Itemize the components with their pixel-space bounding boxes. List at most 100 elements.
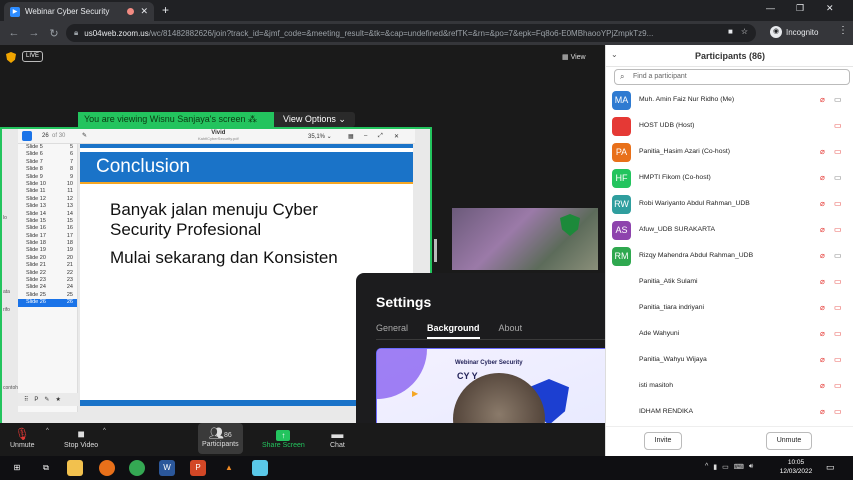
- muted-mic-icon[interactable]: ⌀: [820, 329, 825, 338]
- video-options-caret-icon[interactable]: ^: [103, 428, 106, 434]
- muted-mic-icon[interactable]: ⌀: [820, 95, 825, 104]
- file-explorer-icon[interactable]: [67, 460, 83, 476]
- video-off-icon[interactable]: ▭: [834, 303, 842, 312]
- video-off-icon[interactable]: ▭: [834, 329, 842, 338]
- video-off-icon[interactable]: ▭: [834, 121, 842, 130]
- network-icon[interactable]: ▮: [713, 463, 717, 471]
- speaker-video-tile[interactable]: [452, 208, 598, 270]
- tab-background[interactable]: Background: [427, 323, 480, 339]
- stop-video-button[interactable]: ■ Stop Video: [64, 426, 98, 449]
- browser-menu-icon[interactable]: ⋮: [838, 25, 848, 36]
- muted-mic-icon[interactable]: ⌀: [820, 407, 825, 416]
- chrome-icon[interactable]: [129, 460, 145, 476]
- unmute-button[interactable]: 🎙︎ Unmute: [10, 426, 35, 449]
- slide-list-item[interactable]: Slide 18 18: [18, 240, 77, 247]
- back-icon[interactable]: ←: [8, 27, 20, 39]
- slide-thumbnail-list[interactable]: Slide 5 5 Slide 6 6 Slide 7 7 Slide 8 8 Slide 9 9…: [18, 144, 78, 412]
- slide-list-item[interactable]: Slide 5 5: [18, 144, 77, 151]
- slide-list-item[interactable]: Slide 10 10: [18, 181, 77, 188]
- firefox-icon[interactable]: [99, 460, 115, 476]
- slide-list-item[interactable]: Slide 20 20: [18, 255, 77, 262]
- slide-list-item[interactable]: Slide 8 8: [18, 166, 77, 173]
- camera-in-use-icon[interactable]: ■: [728, 27, 733, 36]
- slide-list-item[interactable]: Slide 15 15: [18, 218, 77, 225]
- bookmark-icon[interactable]: P: [34, 397, 38, 403]
- close-window-icon[interactable]: ✕: [826, 3, 834, 14]
- participant-row[interactable]: PA Panitia_Hasim Azari (Co-host) ⌀ ▭: [606, 140, 853, 166]
- video-on-icon[interactable]: ▭: [834, 173, 842, 182]
- unmute-all-button[interactable]: Unmute: [766, 432, 812, 450]
- tab-general[interactable]: General: [376, 323, 408, 339]
- video-on-icon[interactable]: ▭: [834, 95, 842, 104]
- slide-list-item[interactable]: Slide 21 21: [18, 262, 77, 269]
- participant-row[interactable]: HF HMPTI Fikom (Co-host) ⌀ ▭: [606, 166, 853, 192]
- muted-mic-icon[interactable]: ⌀: [820, 199, 825, 208]
- participants-button[interactable]: 👥︎86 Participants: [198, 423, 243, 454]
- page-indicator[interactable]: 26 of 30: [42, 133, 65, 139]
- task-view-icon[interactable]: ⧉: [38, 460, 54, 476]
- participant-row[interactable]: isti masitoh ⌀ ▭: [606, 374, 853, 400]
- video-on-icon[interactable]: ▭: [834, 251, 842, 260]
- participant-row[interactable]: Ade Wahyuni ⌀ ▭: [606, 322, 853, 348]
- live-badge[interactable]: LIVE: [22, 51, 44, 62]
- close-tab-icon[interactable]: ✕: [140, 6, 148, 17]
- word-icon[interactable]: W: [159, 460, 175, 476]
- slide-list-item[interactable]: Slide 13 13: [18, 203, 77, 210]
- slide-list-item[interactable]: Slide 7 7: [18, 159, 77, 166]
- muted-mic-icon[interactable]: ⌀: [820, 381, 825, 390]
- video-off-icon[interactable]: ▭: [834, 381, 842, 390]
- video-off-icon[interactable]: ▭: [834, 225, 842, 234]
- bookmark-star-icon[interactable]: ☆: [741, 27, 748, 36]
- browser-tab[interactable]: ▶ Webinar Cyber Security ✕: [4, 2, 154, 21]
- forward-icon[interactable]: →: [28, 27, 40, 39]
- zoom-level[interactable]: 35,1% ⌄: [308, 133, 332, 140]
- participant-row[interactable]: IDHAM RENDIKA ⌀ ▭: [606, 400, 853, 426]
- sidebar-toggle-icon[interactable]: [22, 131, 32, 141]
- muted-mic-icon[interactable]: ⌀: [820, 251, 825, 260]
- slide-list-item[interactable]: Slide 26 26: [18, 299, 77, 307]
- minimize-icon[interactable]: —: [766, 3, 775, 13]
- slide-list-item[interactable]: Slide 23 23: [18, 277, 77, 284]
- minimize-viewer-icon[interactable]: –: [364, 133, 367, 139]
- star-icon[interactable]: ★: [55, 396, 60, 403]
- tray-expand-icon[interactable]: ^: [705, 463, 708, 471]
- pen-icon[interactable]: ✎: [82, 132, 87, 139]
- muted-mic-icon[interactable]: ⌀: [820, 277, 825, 286]
- url-bar[interactable]: 🔒︎ us04web.zoom.us/wc/81482882626/join?t…: [66, 24, 756, 42]
- slide-list-item[interactable]: Slide 14 14: [18, 211, 77, 218]
- participant-row[interactable]: RM Rizqy Mahendra Abdul Rahman_UDB ⌀ ▭: [606, 244, 853, 270]
- participant-row[interactable]: Panitia_tiara indriyani ⌀ ▭: [606, 296, 853, 322]
- participant-row[interactable]: RW Robi Wariyanto Abdul Rahman_UDB ⌀ ▭: [606, 192, 853, 218]
- notifications-icon[interactable]: ▭: [826, 462, 835, 473]
- slide-list-item[interactable]: Slide 12 12: [18, 196, 77, 203]
- slide-list-item[interactable]: Slide 6 6: [18, 151, 77, 158]
- video-off-icon[interactable]: ▭: [834, 147, 842, 156]
- tab-about[interactable]: About: [499, 323, 523, 339]
- slide-list-item[interactable]: Slide 17 17: [18, 233, 77, 240]
- participant-row[interactable]: MA Muh. Amin Faiz Nur Ridho (Me) ⌀ ▭: [606, 88, 853, 114]
- speaker-icon[interactable]: 🔊︎: [749, 463, 753, 471]
- slide-list-item[interactable]: Slide 9 9: [18, 174, 77, 181]
- chat-button[interactable]: ▬ Chat: [330, 426, 345, 449]
- battery-icon[interactable]: ▭: [722, 463, 729, 471]
- invite-button[interactable]: Invite: [644, 432, 682, 450]
- slide-list-item[interactable]: Slide 16 16: [18, 225, 77, 232]
- encryption-shield-icon[interactable]: [6, 52, 16, 63]
- reload-icon[interactable]: ↻: [48, 27, 60, 40]
- video-off-icon[interactable]: ▭: [834, 277, 842, 286]
- expand-viewer-icon[interactable]: ⤢: [378, 133, 383, 140]
- muted-mic-icon[interactable]: ⌀: [820, 303, 825, 312]
- pencil-icon[interactable]: ✎: [44, 396, 49, 403]
- participant-row[interactable]: AS Afuw_UDB SURAKARTA ⌀ ▭: [606, 218, 853, 244]
- language-icon[interactable]: ⌨: [734, 463, 744, 471]
- muted-mic-icon[interactable]: ⌀: [820, 173, 825, 182]
- muted-mic-icon[interactable]: ⌀: [820, 225, 825, 234]
- slide-list-item[interactable]: Slide 11 11: [18, 188, 77, 195]
- video-off-icon[interactable]: ▭: [834, 355, 842, 364]
- slide-list-item[interactable]: Slide 22 22: [18, 270, 77, 277]
- participant-row[interactable]: Panitia_Atik Sulami ⌀ ▭: [606, 270, 853, 296]
- video-off-icon[interactable]: ▭: [834, 407, 842, 416]
- view-options-button[interactable]: View Options ⌄: [274, 112, 355, 127]
- slide-list-item[interactable]: Slide 19 19: [18, 247, 77, 254]
- thumbnail-view-icon[interactable]: ▦: [348, 133, 354, 140]
